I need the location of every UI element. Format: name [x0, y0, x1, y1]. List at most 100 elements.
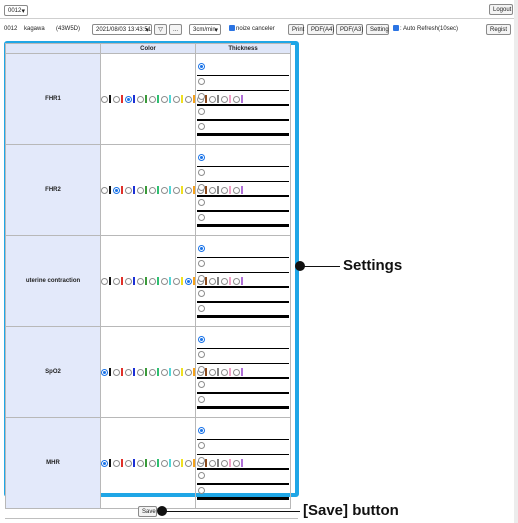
thickness-option[interactable] — [196, 380, 290, 395]
radio-button[interactable] — [185, 368, 192, 376]
radio-button[interactable] — [198, 456, 205, 464]
radio-button[interactable] — [137, 277, 144, 285]
radio-button[interactable] — [173, 277, 180, 285]
thickness-option[interactable] — [196, 153, 290, 168]
color-option[interactable] — [149, 95, 159, 103]
pdf-a4-button[interactable]: PDF(A4) — [307, 24, 334, 35]
radio-button[interactable] — [113, 277, 120, 285]
radio-button[interactable] — [185, 95, 192, 103]
color-option[interactable] — [161, 368, 171, 376]
thickness-option[interactable] — [196, 486, 290, 501]
radio-button[interactable] — [113, 95, 120, 103]
color-option[interactable] — [113, 95, 123, 103]
setting-button[interactable]: Setting — [366, 24, 389, 35]
color-option[interactable] — [161, 459, 171, 467]
radio-button[interactable] — [198, 471, 205, 479]
radio-button[interactable] — [198, 350, 205, 358]
color-option[interactable] — [185, 186, 195, 194]
color-option[interactable] — [137, 186, 147, 194]
color-option[interactable] — [101, 186, 111, 194]
thickness-option[interactable] — [196, 198, 290, 213]
radio-button[interactable] — [198, 92, 205, 100]
color-option[interactable] — [113, 368, 123, 376]
radio-button[interactable] — [198, 168, 205, 176]
thickness-option[interactable] — [196, 107, 290, 122]
color-option[interactable] — [113, 277, 123, 285]
color-option[interactable] — [173, 186, 183, 194]
thickness-option[interactable] — [196, 244, 290, 259]
thickness-option[interactable] — [196, 62, 290, 77]
radio-button[interactable] — [198, 335, 205, 343]
radio-button[interactable] — [125, 186, 132, 194]
radio-button[interactable] — [198, 153, 205, 161]
color-option[interactable] — [101, 459, 111, 467]
radio-button[interactable] — [198, 395, 205, 403]
color-option[interactable] — [173, 277, 183, 285]
noize-canceler-toggle[interactable]: noize canceler — [229, 24, 275, 35]
radio-button[interactable] — [101, 95, 108, 103]
radio-button[interactable] — [149, 95, 156, 103]
radio-button[interactable] — [161, 95, 168, 103]
thickness-option[interactable] — [196, 441, 290, 456]
radio-button[interactable] — [198, 426, 205, 434]
thickness-option[interactable] — [196, 213, 290, 228]
calendar-button[interactable]: ▽ — [154, 24, 167, 35]
color-option[interactable] — [101, 277, 111, 285]
radio-button[interactable] — [125, 95, 132, 103]
thickness-option[interactable] — [196, 365, 290, 380]
regist-button[interactable]: Regist — [486, 24, 511, 35]
radio-button[interactable] — [113, 368, 120, 376]
color-option[interactable] — [113, 459, 123, 467]
radio-button[interactable] — [185, 186, 192, 194]
radio-button[interactable] — [125, 368, 132, 376]
color-option[interactable] — [125, 368, 135, 376]
thickness-option[interactable] — [196, 471, 290, 486]
color-option[interactable] — [161, 95, 171, 103]
radio-button[interactable] — [198, 259, 205, 267]
color-option[interactable] — [173, 459, 183, 467]
radio-button[interactable] — [125, 277, 132, 285]
radio-button[interactable] — [149, 277, 156, 285]
thickness-option[interactable] — [196, 77, 290, 92]
color-option[interactable] — [161, 277, 171, 285]
ellipsis-button[interactable]: ... — [169, 24, 182, 35]
radio-button[interactable] — [101, 459, 108, 467]
radio-button[interactable] — [173, 368, 180, 376]
color-option[interactable] — [185, 277, 195, 285]
radio-button[interactable] — [198, 213, 205, 221]
radio-button[interactable] — [198, 122, 205, 130]
logout-button[interactable]: Logout — [489, 4, 513, 15]
radio-button[interactable] — [101, 277, 108, 285]
save-button[interactable]: Save — [138, 506, 157, 517]
radio-button[interactable] — [149, 368, 156, 376]
radio-button[interactable] — [125, 459, 132, 467]
color-option[interactable] — [173, 95, 183, 103]
radio-button[interactable] — [198, 304, 205, 312]
speed-select[interactable]: 3cm/min — [189, 24, 221, 36]
thickness-option[interactable] — [196, 183, 290, 198]
radio-button[interactable] — [137, 95, 144, 103]
checkbox-checked-icon[interactable] — [393, 25, 399, 32]
thickness-option[interactable] — [196, 259, 290, 274]
radio-button[interactable] — [198, 198, 205, 206]
radio-button[interactable] — [198, 441, 205, 449]
radio-button[interactable] — [161, 277, 168, 285]
radio-button[interactable] — [113, 459, 120, 467]
auto-refresh-toggle[interactable]: : Auto Refresh(10sec) — [393, 24, 458, 35]
color-option[interactable] — [149, 277, 159, 285]
thickness-option[interactable] — [196, 395, 290, 410]
color-option[interactable] — [137, 368, 147, 376]
radio-button[interactable] — [198, 486, 205, 494]
device-select[interactable]: 0012 — [4, 5, 28, 17]
color-option[interactable] — [137, 95, 147, 103]
color-option[interactable] — [125, 95, 135, 103]
color-option[interactable] — [125, 459, 135, 467]
radio-button[interactable] — [198, 62, 205, 70]
color-option[interactable] — [125, 186, 135, 194]
radio-button[interactable] — [198, 365, 205, 373]
thickness-option[interactable] — [196, 335, 290, 350]
radio-button[interactable] — [198, 380, 205, 388]
thickness-option[interactable] — [196, 304, 290, 319]
radio-button[interactable] — [113, 186, 120, 194]
checkbox-checked-icon[interactable] — [229, 25, 235, 32]
